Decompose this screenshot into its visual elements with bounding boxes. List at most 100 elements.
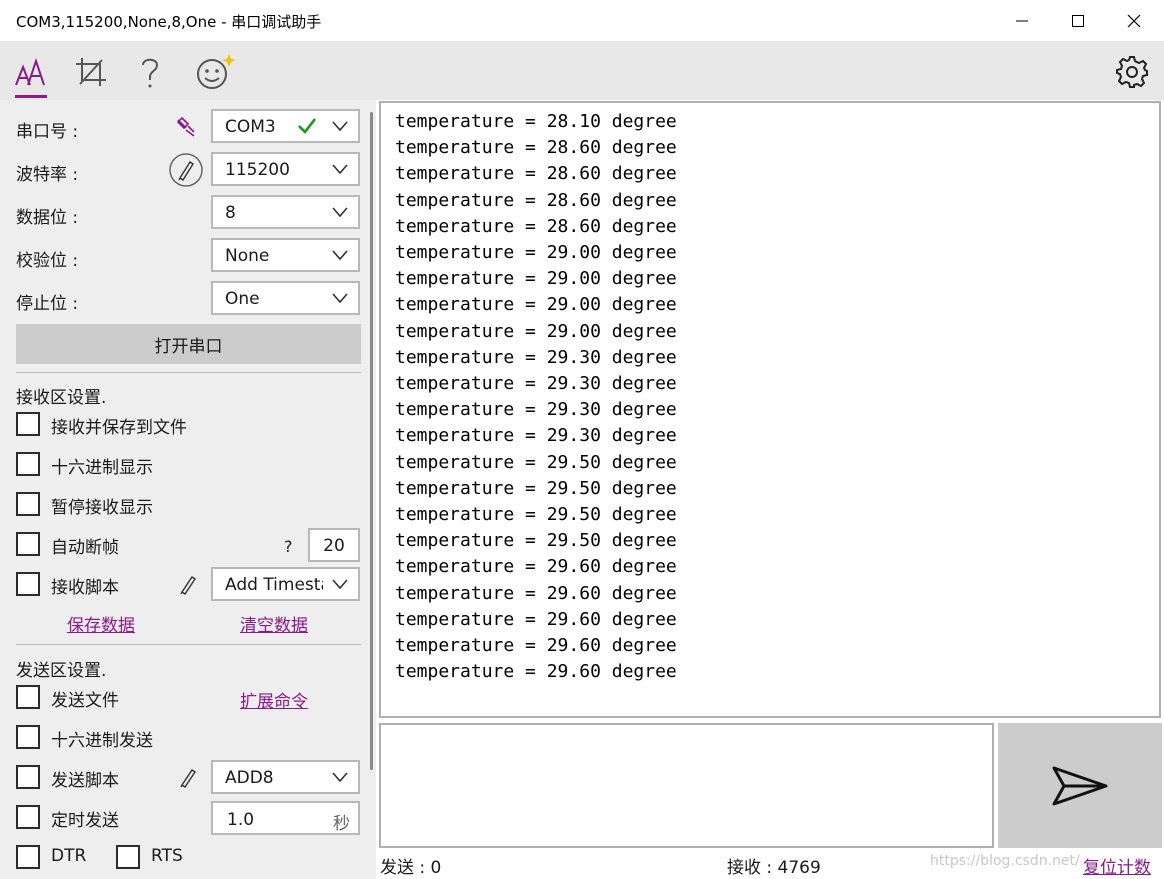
send-file-checkbox[interactable] (16, 685, 40, 709)
save-to-file-checkbox[interactable] (16, 412, 40, 436)
maximize-button[interactable] (1050, 0, 1106, 42)
receive-line: temperature = 29.30 degree (395, 373, 677, 395)
receive-line: temperature = 28.60 degree (395, 215, 677, 237)
check-icon (298, 118, 317, 134)
receive-script-checkbox[interactable] (16, 572, 40, 596)
timed-send-checkbox[interactable] (16, 805, 40, 829)
send-icon (1052, 766, 1108, 805)
send-button[interactable] (998, 723, 1162, 848)
receive-line: temperature = 29.00 degree (395, 294, 677, 316)
receive-line: temperature = 29.60 degree (395, 582, 677, 604)
baud-label: 波特率 : (16, 165, 79, 185)
dtr-label: DTR (51, 846, 87, 866)
send-input[interactable] (381, 725, 992, 846)
reset-count-link[interactable]: 复位计数 (1083, 853, 1151, 878)
receive-line: temperature = 28.60 degree (395, 189, 677, 211)
hex-display-label: 十六进制显示 (51, 458, 153, 478)
minimize-icon (1016, 20, 1028, 22)
hex-send-checkbox[interactable] (16, 725, 40, 749)
save-data-link[interactable]: 保存数据 (67, 611, 135, 636)
divider (16, 644, 361, 645)
send-input-container (379, 723, 994, 848)
receive-line: temperature = 29.00 degree (395, 268, 677, 290)
receive-output[interactable]: temperature = 28.10 degree temperature = … (379, 101, 1161, 718)
receive-line: temperature = 28.60 degree (395, 163, 677, 185)
rts-label: RTS (151, 846, 183, 866)
receive-line: temperature = 29.60 degree (395, 661, 677, 683)
databits-label: 数据位 : (16, 208, 79, 228)
open-port-button[interactable]: 打开串口 (16, 324, 361, 364)
save-to-file-label: 接收并保存到文件 (51, 418, 187, 438)
receive-script-select[interactable]: Add Timestamp (211, 567, 360, 601)
settings-scrollbar[interactable] (370, 112, 373, 770)
custom-baud-icon[interactable] (168, 152, 204, 188)
hex-send-label: 十六进制发送 (51, 731, 153, 751)
receive-line: temperature = 29.60 degree (395, 635, 677, 657)
pause-display-checkbox[interactable] (16, 492, 40, 516)
active-tool-indicator (15, 95, 47, 98)
help-icon (142, 58, 159, 88)
help-tool-button[interactable] (130, 50, 170, 94)
port-select[interactable]: COM3 (211, 109, 360, 143)
edit-script-icon[interactable] (178, 574, 200, 596)
parity-select[interactable]: None (211, 238, 360, 272)
auto-frame-timeout-input[interactable]: 20 (308, 528, 360, 562)
pause-display-label: 暂停接收显示 (51, 498, 153, 518)
extend-command-link[interactable]: 扩展命令 (240, 687, 308, 712)
title-bar: COM3,115200,None,8,One - 串口调试助手 (0, 0, 1164, 42)
rts-checkbox[interactable] (116, 845, 140, 869)
received-count: 接收 : 4769 (727, 858, 821, 878)
receive-line: temperature = 29.60 degree (395, 556, 677, 578)
sent-count: 发送 : 0 (380, 858, 442, 878)
port-label: 串口号 : (16, 122, 79, 142)
baud-select[interactable]: 115200 (211, 152, 360, 186)
disconnect-icon[interactable] (174, 116, 198, 138)
close-button[interactable] (1106, 0, 1162, 42)
receive-settings-heading: 接收区设置. (16, 388, 107, 408)
clear-data-link[interactable]: 清空数据 (240, 611, 308, 636)
receive-line: temperature = 29.50 degree (395, 477, 677, 499)
receive-line: temperature = 29.30 degree (395, 346, 677, 368)
parity-value: None (225, 246, 270, 266)
window-title: COM3,115200,None,8,One - 串口调试助手 (16, 13, 322, 31)
chevron-down-icon (332, 121, 348, 132)
crop-icon (76, 58, 106, 86)
parity-label: 校验位 : (16, 251, 79, 271)
dtr-checkbox[interactable] (16, 845, 40, 869)
receive-line: temperature = 29.50 degree (395, 504, 677, 526)
minimize-button[interactable] (994, 0, 1050, 42)
timer-interval-input[interactable]: 1.0 秒 (211, 801, 360, 835)
auto-frame-help[interactable]: ? (284, 537, 293, 556)
baud-value: 115200 (225, 160, 290, 180)
send-script-value: ADD8 (225, 768, 274, 788)
send-file-label: 发送文件 (51, 691, 119, 711)
timer-interval-value: 1.0 (227, 810, 255, 830)
toolbar (0, 42, 1164, 100)
send-script-select[interactable]: ADD8 (211, 760, 360, 794)
hex-display-checkbox[interactable] (16, 452, 40, 476)
databits-select[interactable]: 8 (211, 195, 360, 229)
edit-script-icon[interactable] (178, 767, 200, 789)
stopbits-select[interactable]: One (211, 281, 360, 315)
receive-line: temperature = 29.30 degree (395, 425, 677, 447)
settings-button[interactable] (1112, 50, 1152, 94)
send-script-checkbox[interactable] (16, 765, 40, 789)
settings-icon (1116, 56, 1148, 88)
smiley-icon (197, 54, 236, 89)
timer-unit: 秒 (333, 814, 350, 834)
chevron-down-icon (332, 772, 348, 783)
divider (16, 372, 361, 373)
receive-line: temperature = 29.00 degree (395, 242, 677, 264)
close-icon (1127, 14, 1141, 28)
crop-tool-button[interactable] (71, 50, 111, 94)
stopbits-value: One (225, 289, 260, 309)
watermark: https://blog.csdn.net/ (930, 853, 1080, 869)
feedback-tool-button[interactable] (190, 50, 240, 94)
receive-line: temperature = 29.50 degree (395, 451, 677, 473)
auto-frame-checkbox[interactable] (16, 532, 40, 556)
font-tool-button[interactable] (11, 50, 51, 94)
font-icon (15, 57, 45, 86)
receive-line: temperature = 29.00 degree (395, 320, 677, 342)
receive-script-value: Add Timestamp (225, 575, 323, 595)
chevron-down-icon (332, 164, 348, 175)
